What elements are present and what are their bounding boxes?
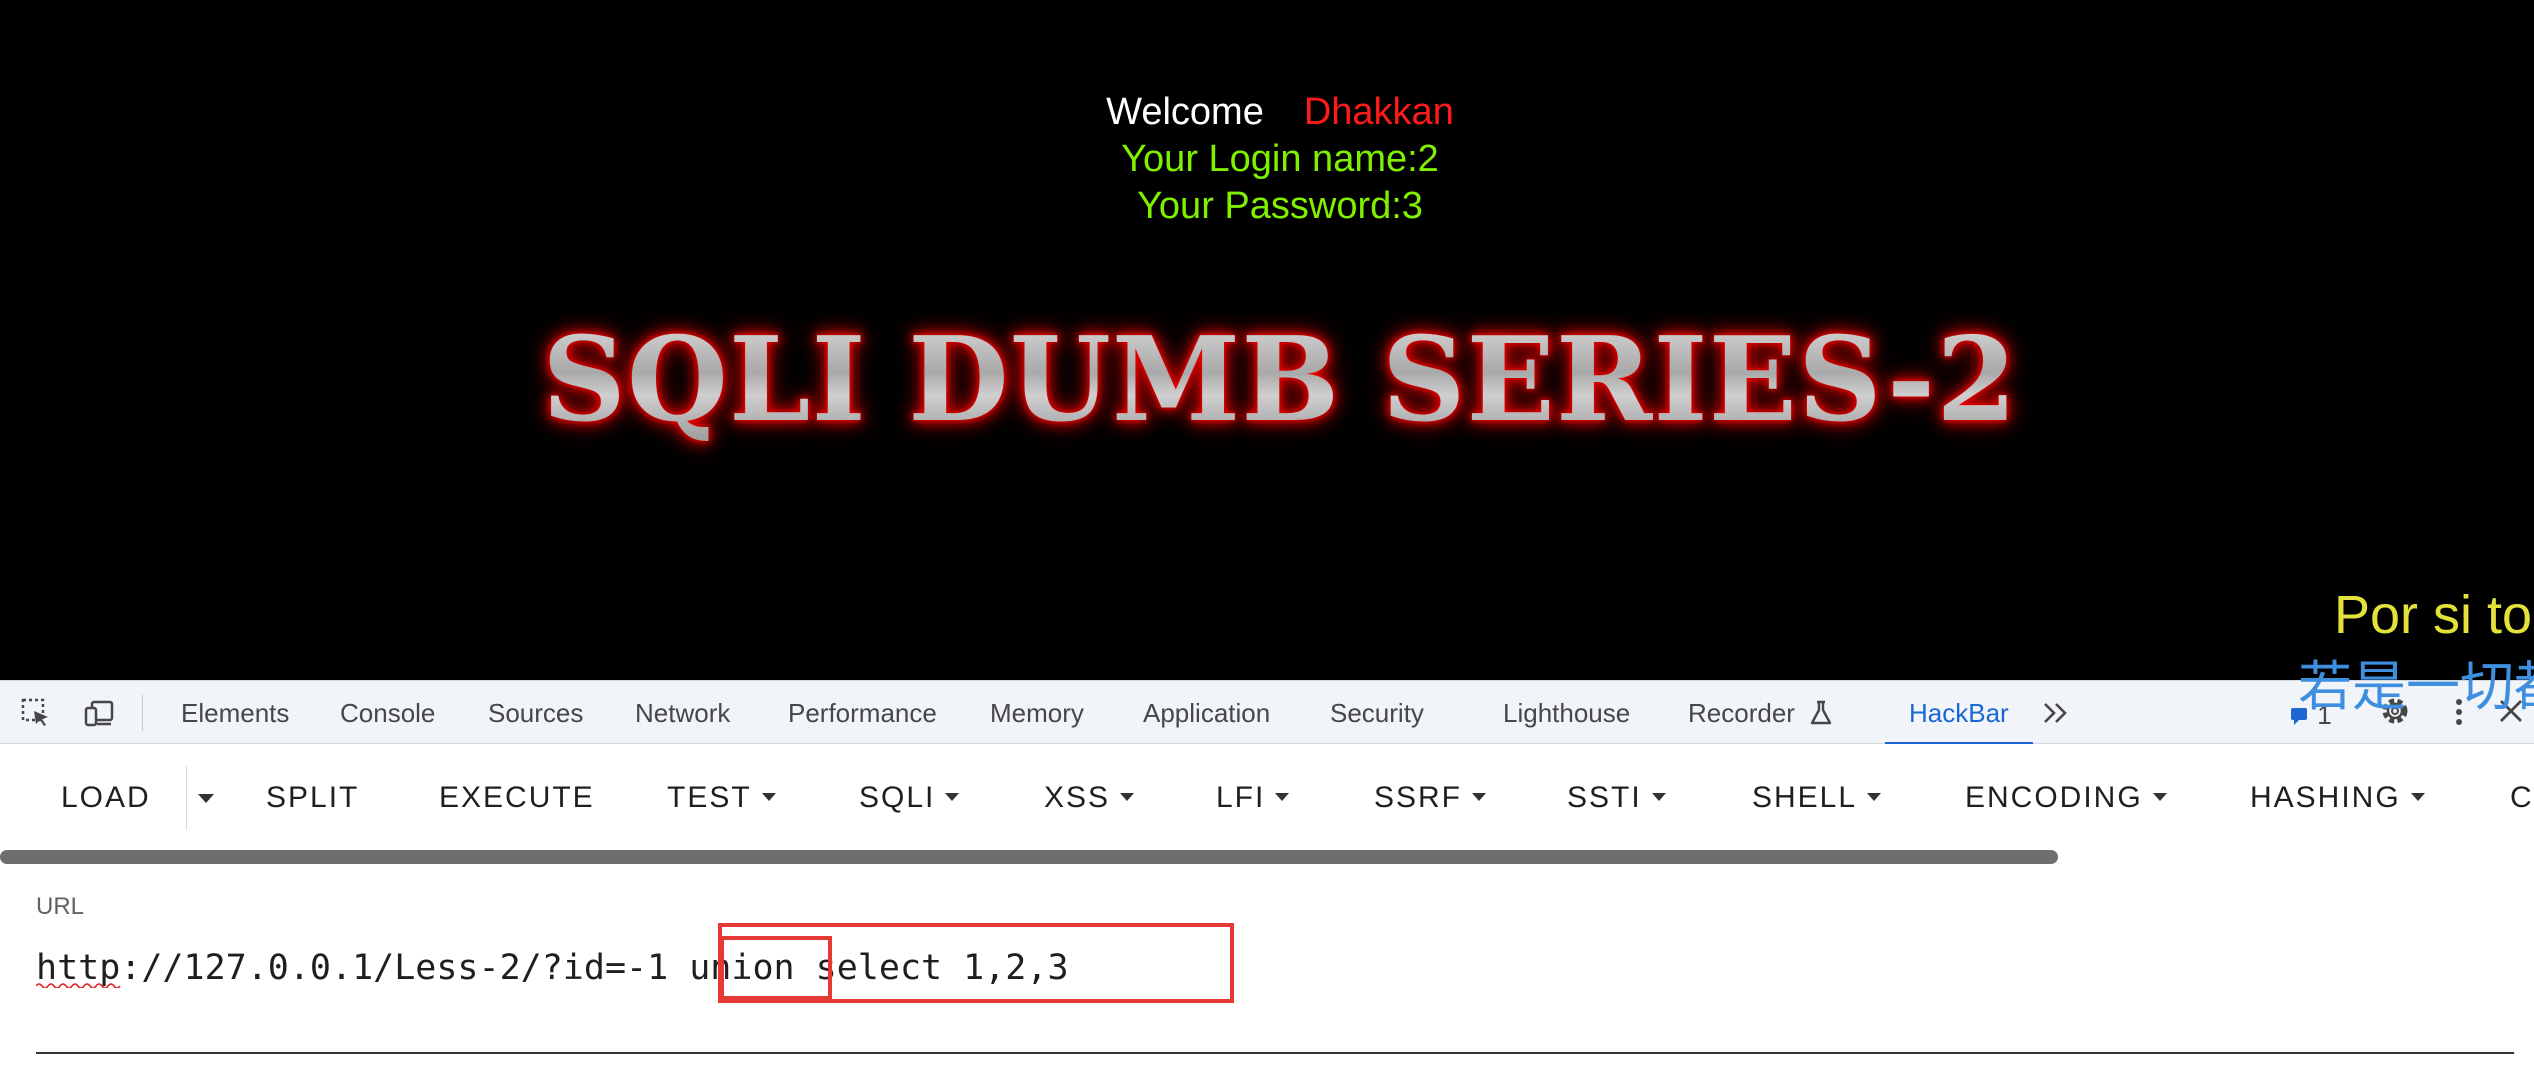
tab-application[interactable]: Application (1143, 681, 1270, 745)
split-button[interactable]: SPLIT (266, 778, 359, 818)
tab-performance[interactable]: Performance (788, 681, 937, 745)
toolbar-separator (142, 695, 143, 731)
sqli-label: SQLI (859, 781, 936, 814)
url-input[interactable] (36, 940, 2496, 996)
url-field-underline (36, 1052, 2514, 1054)
inspect-element-icon[interactable] (20, 697, 52, 729)
truncated-dropdown[interactable]: C (2510, 778, 2534, 818)
toolbar-horizontal-scrollbar[interactable] (0, 850, 2058, 864)
ssrf-dropdown[interactable]: SSRF (1374, 778, 1487, 818)
ssti-label: SSTI (1567, 781, 1642, 814)
lfi-dropdown[interactable]: LFI (1216, 778, 1290, 818)
chevron-down-icon (1120, 793, 1135, 802)
spellcheck-underline (36, 983, 121, 988)
tab-console[interactable]: Console (340, 681, 435, 745)
url-panel: URL (0, 864, 2534, 1067)
device-toolbar-icon[interactable] (82, 697, 114, 729)
shell-dropdown[interactable]: SHELL (1752, 778, 1882, 818)
ssrf-label: SSRF (1374, 781, 1463, 814)
chevron-down-icon (1472, 793, 1487, 802)
username-text: Dhakkan (1303, 91, 1454, 133)
marquee-text-es: Por si to (2334, 585, 2533, 645)
welcome-label: Welcome (1106, 91, 1264, 133)
password-text: Your Password:3 (1137, 185, 1423, 227)
tab-hackbar[interactable]: HackBar (1885, 681, 2033, 745)
chevron-down-icon (761, 793, 776, 802)
load-dropdown-icon[interactable] (198, 794, 214, 803)
hackbar-toolbar: LOAD SPLIT EXECUTE TEST SQLI XSS LFI SSR… (0, 744, 2534, 854)
tab-lighthouse[interactable]: Lighthouse (1503, 681, 1630, 745)
load-button[interactable]: LOAD (61, 778, 151, 818)
more-tabs-chevron-icon[interactable] (2040, 697, 2072, 729)
tab-sources[interactable]: Sources (488, 681, 583, 745)
shell-label: SHELL (1752, 781, 1858, 814)
execute-button[interactable]: EXECUTE (439, 778, 595, 818)
devtools-tab-bar: Elements Console Sources Network Perform… (0, 680, 2534, 745)
encoding-label: ENCODING (1965, 781, 2143, 814)
tab-recorder-label: Recorder (1688, 698, 1795, 728)
xss-dropdown[interactable]: XSS (1044, 778, 1135, 818)
tab-network[interactable]: Network (635, 681, 730, 745)
chevron-down-icon (2152, 793, 2167, 802)
chevron-down-icon (1275, 793, 1290, 802)
hashing-dropdown[interactable]: HASHING (2250, 778, 2425, 818)
sqli-banner-title: SQLI DUMB SERIES-2 (530, 305, 2030, 455)
chevron-down-icon (2410, 793, 2425, 802)
welcome-line: Welcome Dhakkan (0, 90, 2534, 134)
chevron-down-icon (1867, 793, 1882, 802)
tab-recorder[interactable]: Recorder (1688, 681, 1834, 745)
test-dropdown[interactable]: TEST (667, 778, 776, 818)
chevron-down-icon (1651, 793, 1666, 802)
tab-elements[interactable]: Elements (181, 681, 289, 745)
load-split-divider (186, 766, 187, 830)
tab-security[interactable]: Security (1330, 681, 1424, 745)
web-page-viewport: Welcome Dhakkan Your Login name:2 Your Pa… (0, 0, 2534, 680)
ssti-dropdown[interactable]: SSTI (1567, 778, 1666, 818)
highlight-box-union (720, 936, 832, 1000)
url-label: URL (36, 893, 85, 920)
encoding-dropdown[interactable]: ENCODING (1965, 778, 2167, 818)
sqli-dropdown[interactable]: SQLI (859, 778, 960, 818)
xss-label: XSS (1044, 781, 1111, 814)
chevron-down-icon (945, 793, 960, 802)
lfi-label: LFI (1216, 781, 1266, 814)
flask-icon (1808, 685, 1834, 725)
tab-memory[interactable]: Memory (990, 681, 1084, 745)
marquee-text-zh: 若是一切都 (2298, 657, 2534, 717)
test-label: TEST (667, 781, 752, 814)
hashing-label: HASHING (2250, 781, 2401, 814)
login-name-text: Your Login name:2 (1121, 138, 1439, 180)
